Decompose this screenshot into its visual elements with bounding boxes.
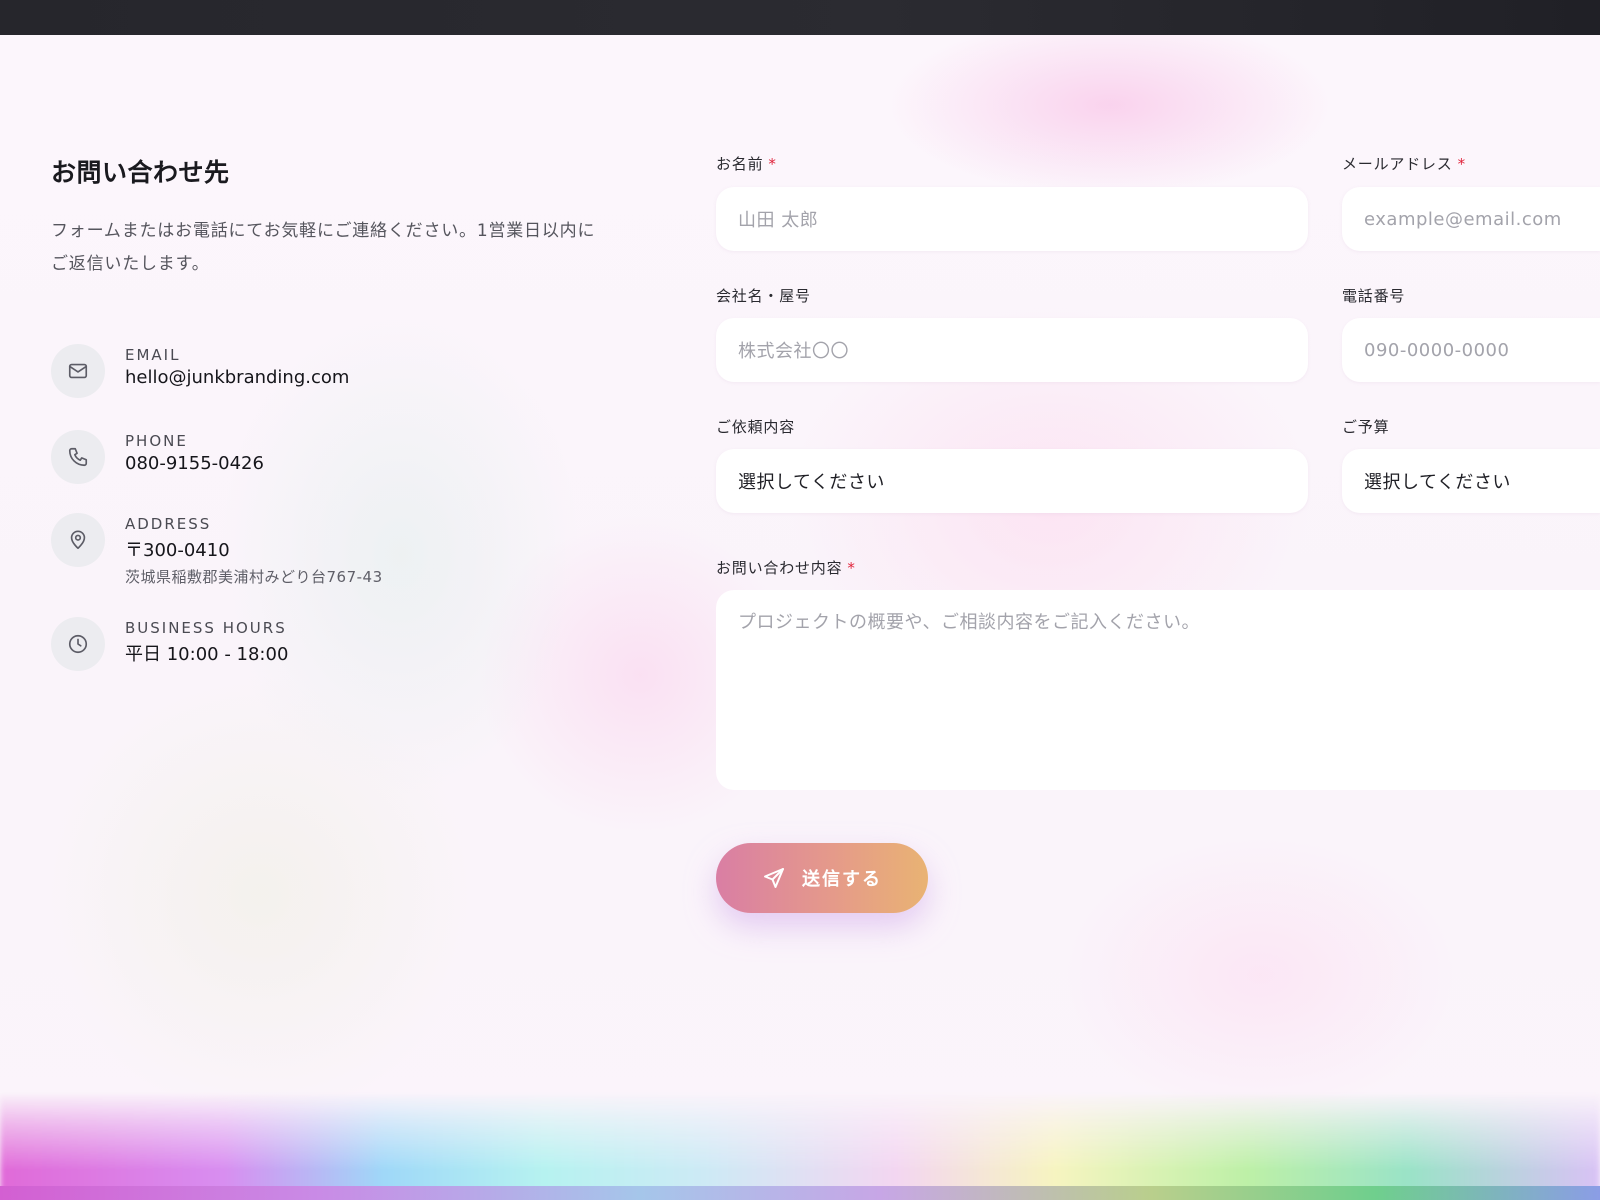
address-detail: 茨城県稲敷郡美浦村みどり台767-43 <box>125 568 383 586</box>
request-select[interactable]: 選択してください <box>716 449 1308 513</box>
contact-description: フォームまたはお電話にてお気軽にご連絡ください。1営業日以内にご返信いたします。 <box>51 221 596 274</box>
budget-select-value: 選択してください <box>1364 472 1511 493</box>
request-select-value: 選択してください <box>738 472 885 493</box>
address-postal-code: 〒300-0410 <box>125 540 230 561</box>
name-field-label: お名前 * <box>716 155 777 173</box>
required-mark: * <box>1457 155 1466 173</box>
contact-item-email: EMAIL hello@junkbranding.com <box>51 344 349 398</box>
name-input[interactable]: 山田 太郎 <box>716 187 1308 251</box>
contact-item-phone: PHONE 080-9155-0426 <box>51 430 264 484</box>
rainbow-footer-band <box>0 1186 1600 1200</box>
phone-label: PHONE <box>125 432 188 450</box>
contact-info: お問い合わせ先 フォームまたはお電話にてお気軽にご連絡ください。1営業日以内にご… <box>51 153 611 281</box>
map-pin-icon <box>51 513 105 567</box>
name-input-placeholder: 山田 太郎 <box>738 210 819 231</box>
submit-button[interactable]: 送信する <box>716 843 928 913</box>
phone-input[interactable]: 090-0000-0000 <box>1342 318 1600 382</box>
phone-input-placeholder: 090-0000-0000 <box>1364 339 1510 361</box>
request-field-label: ご依頼内容 <box>716 418 796 436</box>
company-input-placeholder: 株式会社〇〇 <box>738 341 849 362</box>
email-field-label: メールアドレス * <box>1342 155 1466 173</box>
address-label: ADDRESS <box>125 515 212 533</box>
phone-value: 080-9155-0426 <box>125 453 264 474</box>
message-field-label: お問い合わせ内容 * <box>716 559 856 577</box>
email-input-placeholder: example@email.com <box>1364 208 1562 230</box>
message-textarea[interactable]: プロジェクトの概要や、ご相談内容をご記入ください。 <box>716 590 1600 790</box>
company-input[interactable]: 株式会社〇〇 <box>716 318 1308 382</box>
contact-item-hours: BUSINESS HOURS 平日 10:00 - 18:00 <box>51 617 288 671</box>
hours-label: BUSINESS HOURS <box>125 619 287 637</box>
budget-field-label: ご予算 <box>1342 418 1390 436</box>
phone-icon <box>51 430 105 484</box>
required-mark: * <box>768 155 777 173</box>
submit-button-label: 送信する <box>802 869 882 890</box>
phone-field-label: 電話番号 <box>1342 287 1406 305</box>
email-value: hello@junkbranding.com <box>125 367 350 388</box>
email-input[interactable]: example@email.com <box>1342 187 1600 251</box>
required-mark: * <box>847 559 856 577</box>
budget-select[interactable]: 選択してください <box>1342 449 1600 513</box>
mail-icon <box>51 344 105 398</box>
message-textarea-placeholder: プロジェクトの概要や、ご相談内容をご記入ください。 <box>738 612 1200 633</box>
contact-title: お問い合わせ先 <box>51 158 230 187</box>
browser-top-bar <box>0 0 1600 35</box>
clock-icon <box>51 617 105 671</box>
hours-value: 平日 10:00 - 18:00 <box>125 644 289 665</box>
email-label: EMAIL <box>125 346 181 364</box>
send-icon <box>764 868 784 888</box>
company-field-label: 会社名・屋号 <box>716 287 811 305</box>
rainbow-footer-gradient <box>0 1092 1600 1200</box>
contact-item-address: ADDRESS 〒300-0410 茨城県稲敷郡美浦村みどり台767-43 <box>51 513 383 587</box>
